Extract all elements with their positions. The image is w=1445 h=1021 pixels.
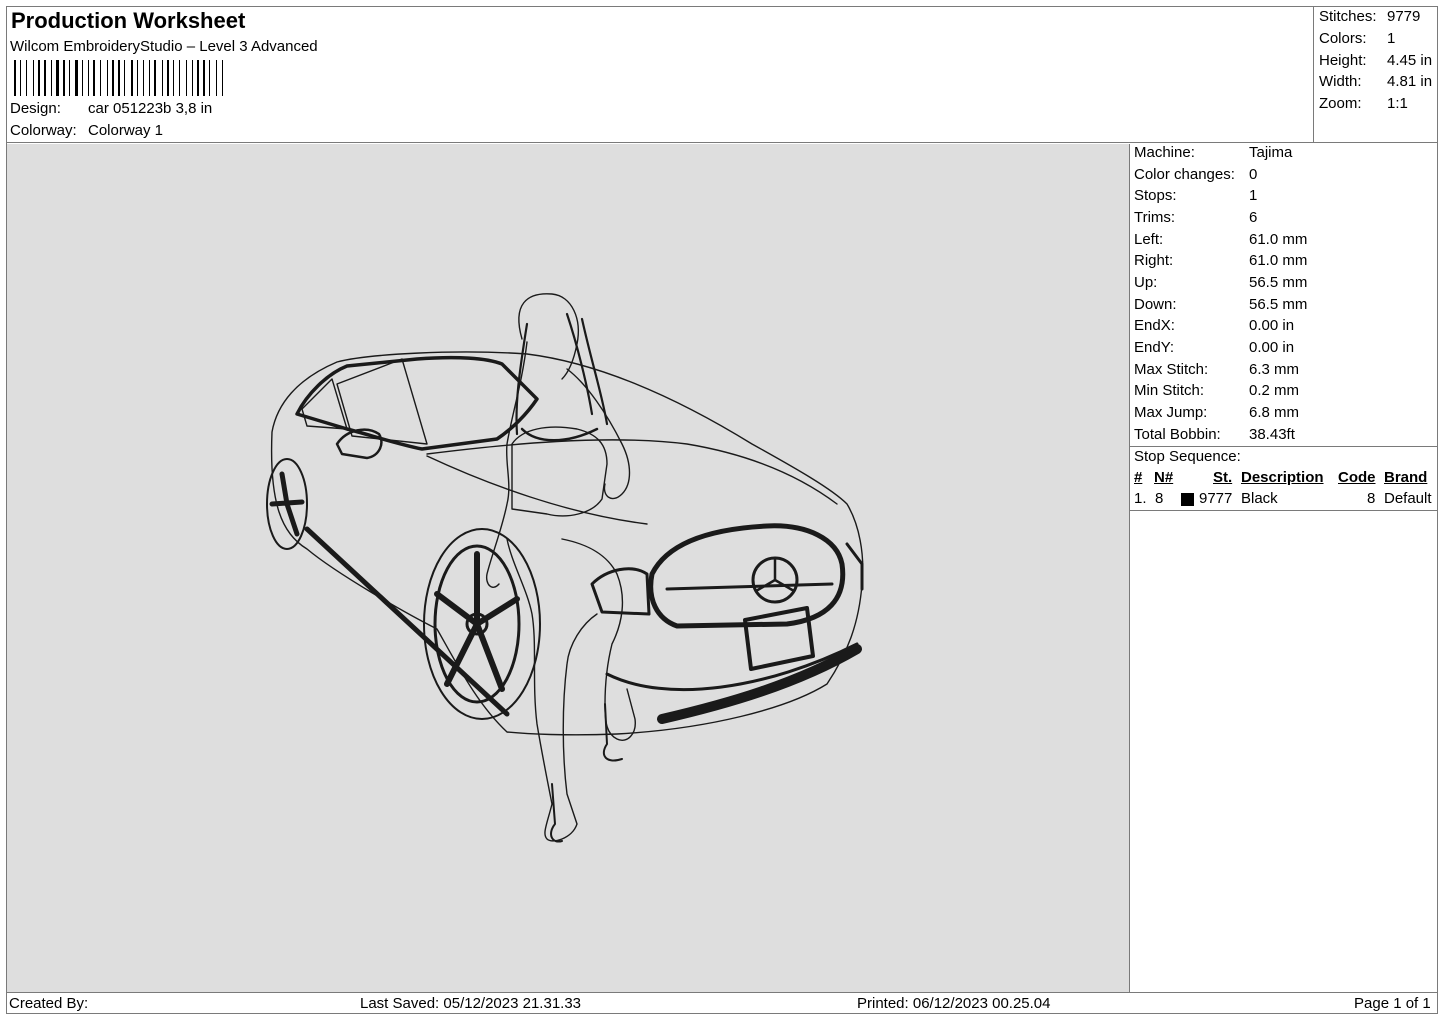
printed-date: Printed: 06/12/2023 00.25.04: [857, 995, 1051, 1012]
detail-endy: EndY: 0.00 in: [1134, 339, 1295, 356]
detail-up: Up: 56.5 mm: [1134, 274, 1308, 291]
stat-zoom: Zoom: 1:1: [1319, 95, 1408, 112]
design-value: car 051223b 3,8 in: [88, 100, 213, 117]
colorway-label: Colorway:: [10, 122, 77, 139]
page-title: Production Worksheet: [11, 8, 246, 33]
thread-color-swatch: [1181, 493, 1194, 506]
page-number: Page 1 of 1: [1354, 995, 1431, 1012]
detail-left: Left: 61.0 mm: [1134, 231, 1308, 248]
row-needle: 8: [1155, 490, 1164, 507]
embroidery-design-image: [266, 293, 864, 843]
col-stitches: St.: [1213, 469, 1233, 486]
detail-total-bobbin: Total Bobbin: 38.43ft: [1134, 426, 1295, 443]
row-code: 8: [1367, 490, 1376, 507]
row-description: Black: [1241, 490, 1278, 507]
colorway-value: Colorway 1: [88, 122, 164, 139]
detail-max-stitch: Max Stitch: 6.3 mm: [1134, 361, 1300, 378]
worksheet-header: Production Worksheet Wilcom EmbroiderySt…: [6, 6, 1314, 143]
row-number: 1.: [1134, 490, 1147, 507]
summary-stats: Stitches: 9779 Colors: 1 Height: 4.45 in Wi…: [1314, 6, 1438, 143]
divider: [1130, 510, 1437, 511]
detail-endx: EndX: 0.00 in: [1134, 317, 1295, 334]
barcode: [14, 60, 223, 96]
col-number: #: [1134, 469, 1143, 486]
stat-stitches: Stitches: 9779: [1319, 8, 1421, 25]
last-saved: Last Saved: 05/12/2023 21.31.33: [360, 995, 582, 1012]
row-brand: Default: [1384, 490, 1432, 507]
created-by: Created By:: [9, 995, 89, 1012]
design-preview: [7, 144, 1130, 992]
design-label: Design:: [10, 100, 61, 117]
col-code: Code: [1338, 469, 1376, 486]
detail-down: Down: 56.5 mm: [1134, 296, 1308, 313]
detail-max-jump: Max Jump: 6.8 mm: [1134, 404, 1300, 421]
detail-color-changes: Color changes: 0: [1134, 166, 1258, 183]
detail-right: Right: 61.0 mm: [1134, 252, 1308, 269]
stat-height: Height: 4.45 in: [1319, 52, 1433, 69]
col-brand: Brand: [1384, 469, 1428, 486]
detail-trims: Trims: 6: [1134, 209, 1258, 226]
detail-machine: Machine: Tajima: [1134, 144, 1293, 161]
design-row: Design: car 051223b 3,8 in: [10, 100, 212, 117]
worksheet-footer: Created By: Last Saved: 05/12/2023 21.31…: [6, 992, 1438, 1014]
detail-stops: Stops: 1: [1134, 187, 1258, 204]
stat-width: Width: 4.81 in: [1319, 73, 1433, 90]
colorway-row: Colorway: Colorway 1: [10, 122, 163, 139]
stat-colors: Colors: 1: [1319, 30, 1396, 47]
detail-min-stitch: Min Stitch: 0.2 mm: [1134, 382, 1300, 399]
design-details-panel: Machine: Tajima Color changes: 0 Stops: 1 T…: [1130, 144, 1437, 992]
software-name: Wilcom EmbroideryStudio – Level 3 Advanc…: [10, 38, 318, 55]
stop-sequence-title: Stop Sequence:: [1134, 448, 1241, 465]
col-description: Description: [1241, 469, 1324, 486]
col-needle: N#: [1154, 469, 1174, 486]
row-stitches: 9777: [1199, 490, 1233, 507]
divider: [1130, 446, 1437, 447]
